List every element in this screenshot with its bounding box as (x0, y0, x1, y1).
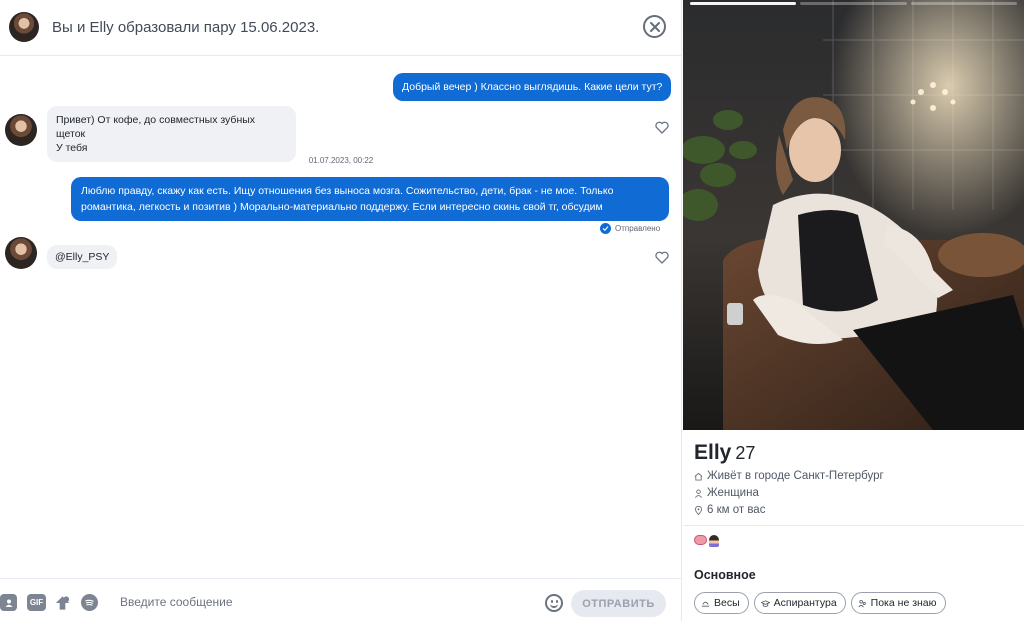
woman-emoji-icon (709, 535, 719, 547)
message-outgoing: Люблю правду, скажу как есть. Ищу отноше… (71, 177, 669, 221)
brain-emoji-icon (694, 535, 707, 545)
person-icon (694, 488, 703, 498)
divider (683, 525, 1024, 526)
chip-education[interactable]: Аспирантура (753, 592, 846, 614)
chat-header: Вы и Elly образовали пару 15.06.2023. (0, 0, 682, 56)
profile-distance: 6 км от вас (694, 504, 765, 516)
emoji-icon[interactable] (545, 594, 563, 612)
graduation-cap-icon (760, 599, 770, 607)
chip-label: Аспирантура (773, 597, 837, 609)
sticker-icon[interactable] (54, 594, 71, 611)
message-timestamp: 01.07.2023, 00:22 (308, 156, 374, 165)
profile-photo-image (683, 0, 1024, 430)
message-incoming: Привет) От кофе, до совместных зубных ще… (47, 106, 296, 162)
profile-age: 27 (735, 443, 756, 463)
sender-avatar[interactable] (5, 114, 37, 146)
like-heart-icon[interactable] (655, 251, 669, 264)
photo-pagination (690, 2, 1017, 5)
chip-label: Пока не знаю (870, 597, 937, 609)
message-line: Привет) От кофе, до совместных зубных ще… (56, 114, 256, 140)
photo-indicator[interactable] (800, 2, 907, 5)
message-outgoing: Добрый вечер ) Классно выглядишь. Какие … (393, 73, 672, 101)
message-composer: GIF ОТПРАВИТЬ (0, 578, 682, 621)
profile-emojis (694, 535, 719, 547)
section-title-basics: Основное (694, 568, 756, 582)
profile-name-line: Elly 27 (694, 441, 755, 465)
chip-zodiac[interactable]: Весы (694, 592, 749, 614)
close-chat-button[interactable] (643, 15, 666, 38)
message-incoming[interactable]: @Elly_PSY (47, 245, 118, 269)
zodiac-icon (701, 601, 710, 607)
contact-card-icon[interactable] (0, 594, 17, 611)
basics-chips: Весы Аспирантура Пока не знаю (694, 592, 946, 614)
photo-indicator[interactable] (690, 2, 797, 5)
match-title: Вы и Elly образовали пару 15.06.2023. (52, 19, 320, 36)
profile-gender: Женщина (694, 487, 759, 499)
sent-status: Отправлено (600, 223, 660, 234)
close-icon (649, 21, 660, 32)
home-icon (694, 472, 703, 481)
sent-check-icon (600, 223, 611, 234)
send-button[interactable]: ОТПРАВИТЬ (571, 590, 666, 617)
message-input[interactable] (112, 589, 512, 615)
chip-family-plans[interactable]: Пока не знаю (850, 592, 946, 614)
profile-gender-label: Женщина (707, 487, 759, 499)
profile-distance-label: 6 км от вас (707, 504, 766, 516)
chip-label: Весы (714, 597, 740, 609)
gif-button[interactable]: GIF (27, 594, 46, 611)
profile-city: Живёт в городе Санкт-Петербург (694, 470, 884, 482)
profile-city-label: Живёт в городе Санкт-Петербург (707, 470, 884, 482)
family-icon (858, 599, 866, 607)
chat-panel: Вы и Elly образовали пару 15.06.2023. До… (0, 0, 682, 621)
message-line: У тебя (56, 142, 88, 154)
sent-status-label: Отправлено (615, 224, 661, 233)
profile-name: Elly (694, 441, 732, 464)
location-pin-icon (694, 505, 703, 515)
spotify-icon[interactable] (81, 594, 98, 611)
profile-panel: Elly 27 Живёт в городе Санкт-Петербург Же… (683, 0, 1024, 621)
photo-indicator[interactable] (910, 2, 1017, 5)
message-line: Люблю правду, скажу как есть. Ищу отноше… (81, 185, 614, 197)
like-heart-icon[interactable] (655, 121, 669, 134)
sender-avatar[interactable] (5, 237, 37, 269)
message-line: романтика, легкость и позитив ) Морально… (81, 201, 603, 213)
profile-photo[interactable] (683, 0, 1024, 430)
message-list: Добрый вечер ) Классно выглядишь. Какие … (0, 56, 682, 578)
match-avatar[interactable] (9, 12, 39, 42)
